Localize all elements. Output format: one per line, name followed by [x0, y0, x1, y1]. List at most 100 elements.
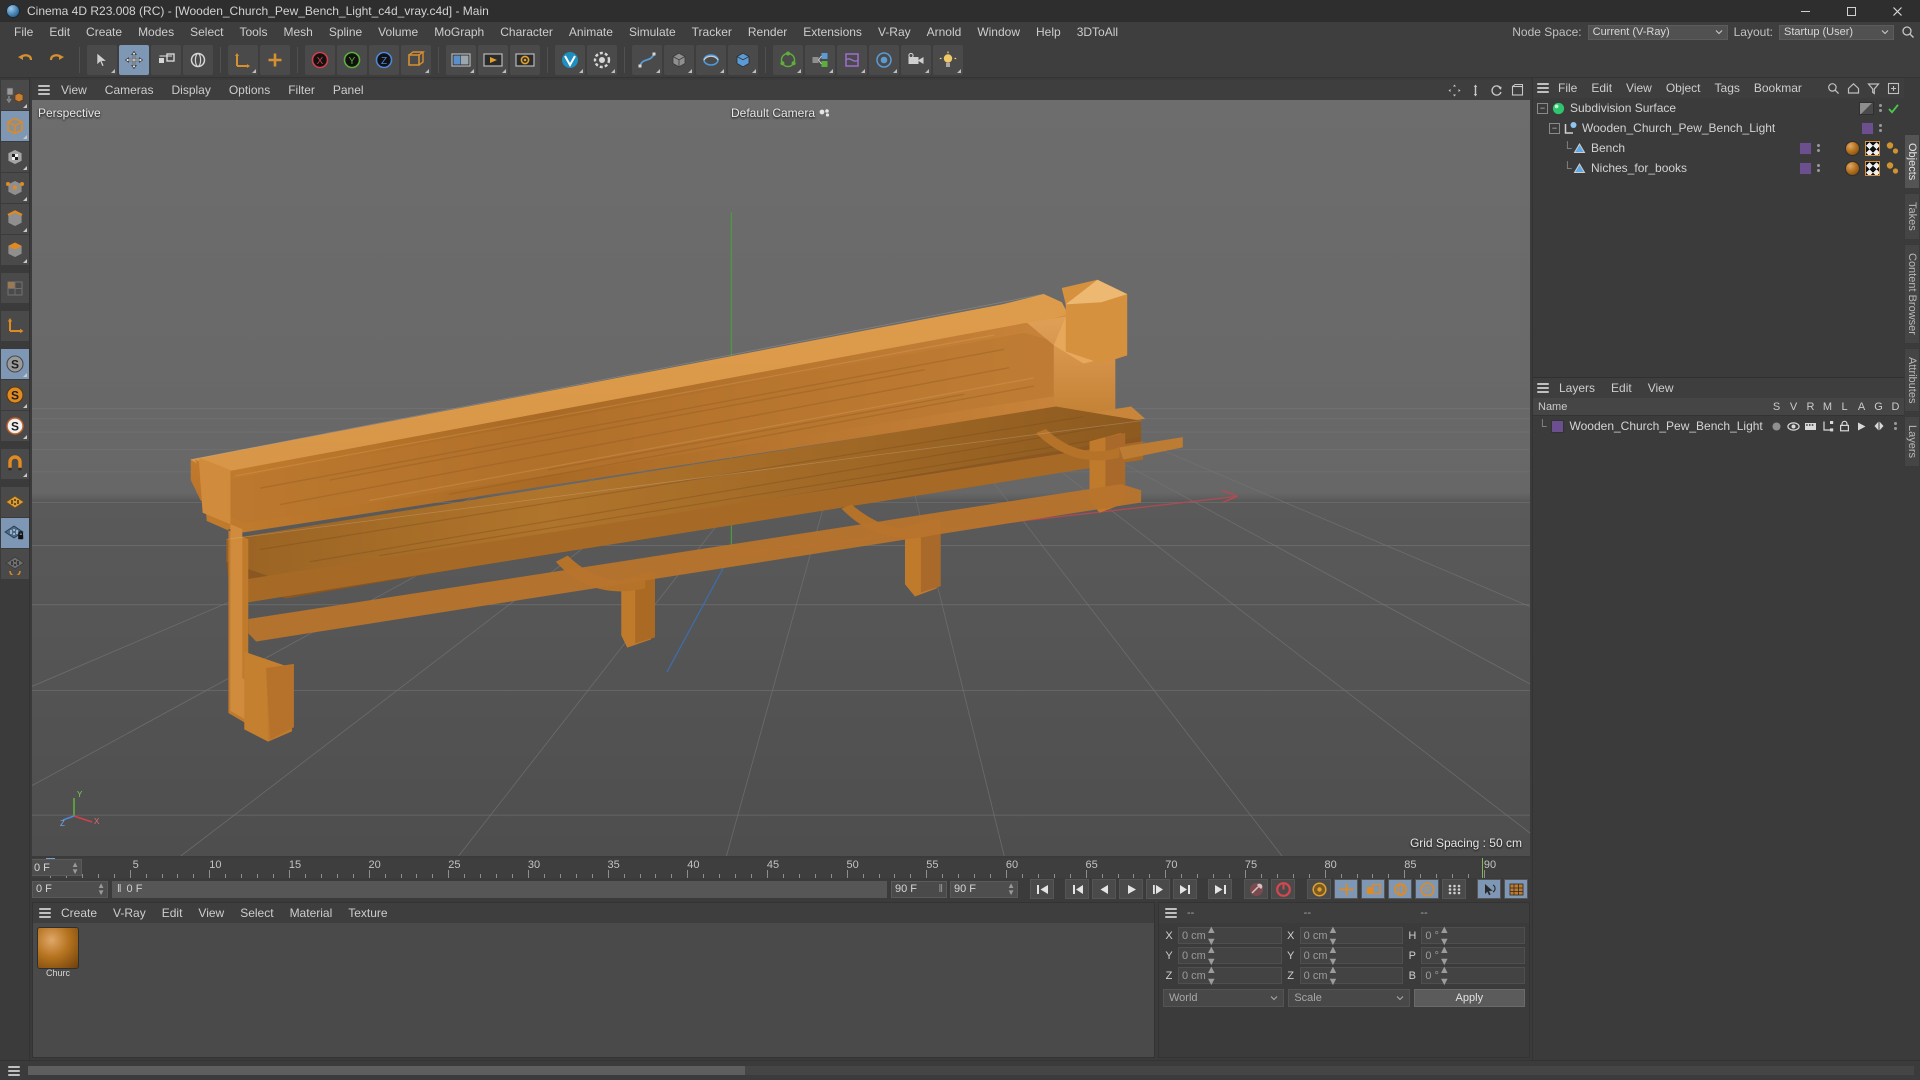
viewport-menu-icon[interactable]	[36, 83, 52, 97]
menu-tracker[interactable]: Tracker	[684, 22, 740, 42]
solo-toggle-icon[interactable]	[1768, 421, 1785, 432]
selection-tag-icon[interactable]	[1885, 141, 1900, 156]
object-menu-file[interactable]: File	[1551, 78, 1584, 98]
object-row-wooden-church-pew-bench-light[interactable]: − Wooden_Church_Pew_Bench_Light	[1533, 118, 1904, 138]
camera-button[interactable]	[901, 44, 931, 75]
live-selection-button[interactable]	[87, 44, 117, 75]
enabled-check-icon[interactable]	[1887, 102, 1900, 115]
size-mode-dropdown[interactable]: Scale	[1288, 989, 1410, 1007]
points-mode-tool[interactable]	[0, 173, 29, 203]
y-axis-lock-button[interactable]: Y	[337, 44, 367, 75]
deformer-button[interactable]	[837, 44, 867, 75]
vray-render-button[interactable]	[555, 44, 585, 75]
expand-toggle-icon[interactable]: −	[1537, 102, 1548, 114]
object-menu-bookmark[interactable]: Bookmar	[1747, 78, 1809, 98]
axis-system-button[interactable]	[401, 44, 431, 75]
object-row-bench[interactable]: └ Bench	[1533, 138, 1904, 158]
menu-vray[interactable]: V-Ray	[870, 22, 919, 42]
expand-toggle-icon[interactable]: −	[1549, 122, 1560, 134]
viewport-menu-display[interactable]: Display	[162, 80, 219, 100]
layers-menu-edit[interactable]: Edit	[1603, 378, 1640, 398]
autokeying-button[interactable]	[1271, 879, 1295, 899]
position-z-field[interactable]: 0 cm ▲ ▼	[1178, 964, 1282, 988]
material-menu-view[interactable]: View	[190, 903, 232, 923]
rotation-p-field[interactable]: 0 ° ▲ ▼	[1421, 944, 1526, 968]
tab-attributes[interactable]: Attributes	[1904, 347, 1920, 413]
select-mode-button[interactable]	[1477, 879, 1501, 899]
timeline-preview-end-field[interactable]: 0 F ▲ ▼	[32, 859, 82, 876]
minimize-button[interactable]	[1782, 0, 1828, 22]
scene-nodes-button[interactable]	[805, 44, 835, 75]
search-icon[interactable]	[1827, 82, 1840, 95]
object-menu-view[interactable]: View	[1619, 78, 1659, 98]
apply-button[interactable]: Apply	[1413, 989, 1525, 1007]
play-button[interactable]	[1119, 879, 1143, 899]
rotation-b-field[interactable]: 0 ° ▲ ▼	[1421, 964, 1526, 988]
parameter-key-button[interactable]: P	[1415, 879, 1439, 899]
viewport-3d[interactable]: Perspective Default Camera Grid Spacing …	[32, 100, 1530, 856]
viewport-menu-options[interactable]: Options	[220, 80, 279, 100]
viewport-menu-panel[interactable]: Panel	[324, 80, 373, 100]
deformer-toggle-icon[interactable]	[1887, 422, 1904, 430]
spinner-icon[interactable]: ▲ ▼	[1206, 964, 1217, 988]
planar-workplane-tool[interactable]	[0, 549, 29, 579]
field-button[interactable]	[869, 44, 899, 75]
spinner-icon[interactable]: ▲ ▼	[97, 882, 105, 897]
menu-character[interactable]: Character	[492, 22, 561, 42]
object-manager-menu-icon[interactable]	[1535, 81, 1551, 95]
coordinate-system-dropdown[interactable]: World	[1163, 989, 1285, 1007]
object-row-subdivision-surface[interactable]: − Subdivision Surface	[1533, 98, 1904, 118]
selection-tag-icon[interactable]	[1885, 161, 1900, 176]
make-editable-tool[interactable]	[0, 80, 29, 110]
end-frame-field[interactable]: 90 F ▲ ▼	[950, 880, 1018, 898]
size-y-field[interactable]: 0 cm ▲ ▼	[1299, 944, 1404, 968]
visibility-dots-icon[interactable]	[1817, 164, 1820, 172]
object-menu-object[interactable]: Object	[1659, 78, 1708, 98]
viewport-menu-cameras[interactable]: Cameras	[96, 80, 163, 100]
render-toggle-icon[interactable]	[1802, 421, 1819, 432]
render-to-picture-viewer-button[interactable]	[478, 44, 508, 75]
object-row-niches-for-books[interactable]: └ Niches_for_books	[1533, 158, 1904, 178]
menu-file[interactable]: File	[6, 22, 41, 42]
rotation-h-field[interactable]: 0 ° ▲ ▼	[1421, 924, 1526, 948]
spinner-icon[interactable]: ▲ ▼	[1439, 964, 1450, 988]
menu-render[interactable]: Render	[740, 22, 795, 42]
texture-mode-tool[interactable]	[0, 142, 29, 172]
coordinates-menu-icon[interactable]	[1163, 906, 1179, 920]
node-space-dropdown[interactable]: Current (V-Ray)	[1587, 24, 1728, 40]
visibility-dots-icon[interactable]	[1879, 124, 1882, 132]
world-object-axis-button[interactable]	[228, 44, 258, 75]
primitive-cube-button[interactable]	[664, 44, 694, 75]
rotate-button[interactable]	[183, 44, 213, 75]
menu-window[interactable]: Window	[969, 22, 1028, 42]
filter-icon[interactable]	[1867, 82, 1880, 95]
menu-extensions[interactable]: Extensions	[795, 22, 870, 42]
rotation-key-button[interactable]	[1388, 879, 1412, 899]
step-back-button[interactable]	[1092, 879, 1116, 899]
menu-simulate[interactable]: Simulate	[621, 22, 684, 42]
material-menu-vray[interactable]: V-Ray	[105, 903, 154, 923]
timeline-view-button[interactable]	[1504, 879, 1528, 899]
uv-mode-tool[interactable]	[0, 273, 29, 303]
go-to-end-button[interactable]	[1208, 879, 1232, 899]
material-tag-icon[interactable]	[1845, 160, 1860, 176]
z-axis-lock-button[interactable]: Z	[369, 44, 399, 75]
model-mode-tool[interactable]	[0, 111, 29, 141]
go-to-previous-keyframe-button[interactable]	[1065, 879, 1089, 899]
material-item[interactable]: Churc	[38, 928, 78, 980]
layer-color-tag[interactable]	[1799, 161, 1812, 175]
menu-modes[interactable]: Modes	[130, 22, 182, 42]
menu-spline[interactable]: Spline	[321, 22, 370, 42]
display-tag-icon[interactable]	[1859, 101, 1874, 115]
visibility-dots-icon[interactable]	[1817, 144, 1820, 152]
go-to-start-button[interactable]	[1030, 879, 1054, 899]
viewport-menu-filter[interactable]: Filter	[279, 80, 324, 100]
timeline-scrub-bar[interactable]: ‖ 0 F	[112, 880, 887, 898]
edges-mode-tool[interactable]	[0, 204, 29, 234]
polygons-mode-tool[interactable]	[0, 235, 29, 265]
nurbs-button[interactable]	[696, 44, 726, 75]
menu-animate[interactable]: Animate	[561, 22, 621, 42]
horizontal-scrollbar[interactable]	[28, 1066, 1914, 1075]
scale-key-button[interactable]	[1361, 879, 1385, 899]
object-tree[interactable]: − Subdivision Surface − Wooden_Church_Pe…	[1533, 98, 1904, 377]
